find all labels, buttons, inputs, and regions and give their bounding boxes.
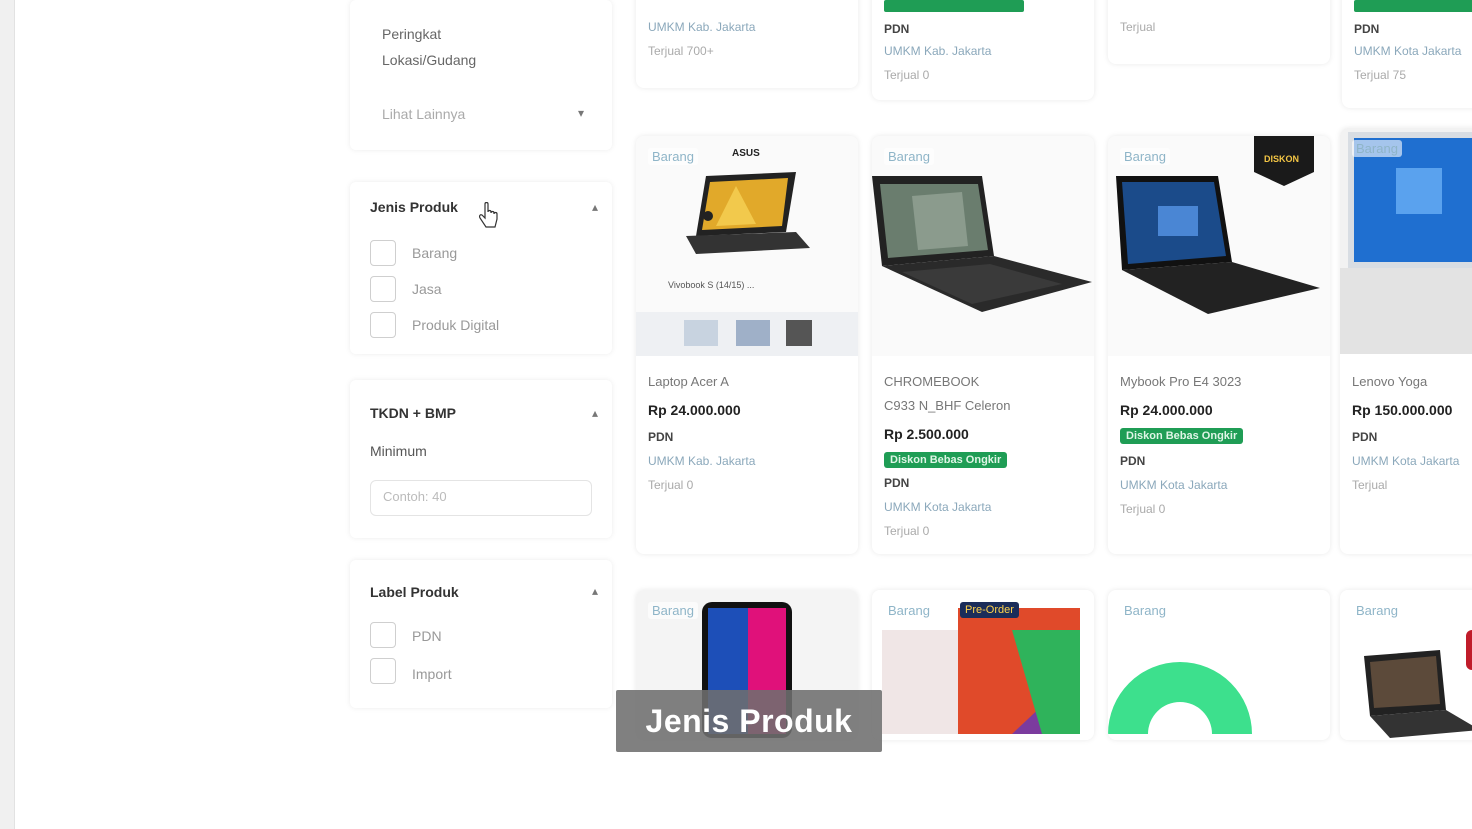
chevron-up-icon[interactable]: ▴ [592,584,598,598]
tkdn-minimum-input[interactable]: Contoh: 40 [370,480,592,516]
product-type-badge: Barang [1120,602,1170,619]
filter-rating-label[interactable]: Peringkat [382,26,441,42]
tkdn-minimum-label: Minimum [370,443,427,459]
product-image: DISKON [1108,136,1330,356]
sold-count: Terjual 0 [648,478,694,492]
product-card[interactable]: Barang [1340,590,1472,740]
svg-text:ASUS: ASUS [732,148,760,159]
origin-label: PDN [884,22,910,36]
product-card-top-2[interactable]: PDN UMKM Kab. Jakarta Terjual 0 [872,0,1094,100]
option-label-barang: Barang [412,245,458,261]
sold-count: Terjual [1352,478,1388,492]
product-card-top-3[interactable]: Terjual [1108,0,1330,64]
filter-panel-tkdn: TKDN + BMP ▴ Minimum Contoh: 40 [350,380,612,538]
product-card[interactable]: Barang Pre-Order [872,590,1094,740]
tkdn-heading[interactable]: TKDN + BMP [370,405,456,421]
product-price: Rp 24.000.000 [648,402,741,418]
option-label-produk-digital: Produk Digital [412,317,500,333]
sold-count: Terjual 700+ [648,44,714,58]
product-type-heading[interactable]: Jenis Produk [370,199,458,215]
product-card[interactable]: Barang [1108,590,1330,740]
preorder-badge: Pre-Order [960,602,1019,618]
label-heading[interactable]: Label Produk [370,584,459,600]
origin-label: PDN [1120,454,1146,468]
seller-location: UMKM Kota Jakarta [1352,454,1460,468]
sold-count: Terjual [1120,20,1156,34]
product-name[interactable]: CHROMEBOOK [884,374,979,389]
show-more-link[interactable]: Lihat Lainnya [382,106,465,122]
product-type-badge: Barang [1352,602,1402,619]
seller-location: UMKM Kab. Jakarta [648,20,756,34]
product-image [872,136,1094,356]
product-card[interactable]: DISKON Barang Mybook Pro E4 3023 Rp 24.0… [1108,136,1330,554]
seller-location: UMKM Kota Jakarta [1354,44,1462,58]
product-price: Rp 2.500.000 [884,426,969,442]
seller-location: UMKM Kota Jakarta [884,500,992,514]
option-label-jasa: Jasa [412,281,442,297]
filter-location-label[interactable]: Lokasi/Gudang [382,52,476,68]
sold-count: Terjual 0 [884,524,930,538]
seller-location: UMKM Kab. Jakarta [648,454,756,468]
hand-cursor-icon [479,202,498,228]
checkbox-import[interactable] [370,658,396,684]
origin-label: PDN [884,476,910,490]
product-name[interactable]: Laptop Acer A [648,374,729,389]
product-card[interactable]: ASUS Vivobook S (14/15) ... Barang Lapto… [636,136,858,554]
origin-label: PDN [648,430,674,444]
filter-panel-location: Peringkat Lokasi/Gudang Lihat Lainnya ▾ [350,0,612,150]
cashback-badge: Diskon Bebas Ongkir [884,452,1008,468]
cashback-badge: Diskon Bebas Ongkir [1120,428,1244,444]
product-card-top-4[interactable]: PDN UMKM Kota Jakarta Terjual 75 [1342,0,1472,108]
product-card[interactable]: Barang CHROMEBOOK C933 N_BHF Celeron Rp … [872,136,1094,554]
video-caption: Jenis Produk [616,690,882,752]
sold-count: Terjual 75 [1354,68,1407,82]
chevron-up-icon[interactable]: ▴ [592,406,598,420]
seller-location: UMKM Kota Jakarta [1120,478,1228,492]
seller-location: UMKM Kab. Jakarta [884,44,992,58]
product-card[interactable]: Barang Lenovo Yoga Rp 150.000.000 PDN UM… [1340,128,1472,554]
product-image [1340,128,1472,354]
cashback-badge [1354,0,1472,12]
product-price: Rp 24.000.000 [1120,402,1213,418]
product-name-line2[interactable]: C933 N_BHF Celeron [884,398,1010,413]
product-name[interactable]: Mybook Pro E4 3023 [1120,374,1241,389]
sold-count: Terjual 0 [1120,502,1166,516]
checkbox-barang[interactable] [370,240,396,266]
cashback-badge [884,0,1024,12]
product-type-badge: Barang [648,148,698,165]
checkbox-pdn[interactable] [370,622,396,648]
chevron-up-icon[interactable]: ▴ [592,200,598,214]
checkbox-jasa[interactable] [370,276,396,302]
product-type-badge: Barang [884,602,934,619]
checkbox-produk-digital[interactable] [370,312,396,338]
option-label-import: Import [412,666,452,682]
product-type-badge: Barang [648,602,698,619]
product-card-top-1[interactable]: UMKM Kab. Jakarta Terjual 700+ [636,0,858,88]
product-type-badge: Barang [884,148,934,165]
window-left-edge [0,0,15,829]
svg-text:Vivobook S (14/15) ...: Vivobook S (14/15) ... [668,280,754,290]
sold-count: Terjual 0 [884,68,930,82]
product-price: Rp 150.000.000 [1352,402,1453,418]
product-type-badge: Barang [1120,148,1170,165]
svg-text:DISKON: DISKON [1264,154,1299,164]
option-label-pdn: PDN [412,628,442,644]
product-type-badge: Barang [1352,140,1402,157]
filter-panel-label: Label Produk ▴ PDN Import [350,560,612,708]
chevron-down-icon[interactable]: ▾ [578,106,584,120]
product-image: ASUS Vivobook S (14/15) ... [636,136,858,356]
origin-label: PDN [1354,22,1380,36]
origin-label: PDN [1352,430,1378,444]
product-name[interactable]: Lenovo Yoga [1352,374,1427,389]
